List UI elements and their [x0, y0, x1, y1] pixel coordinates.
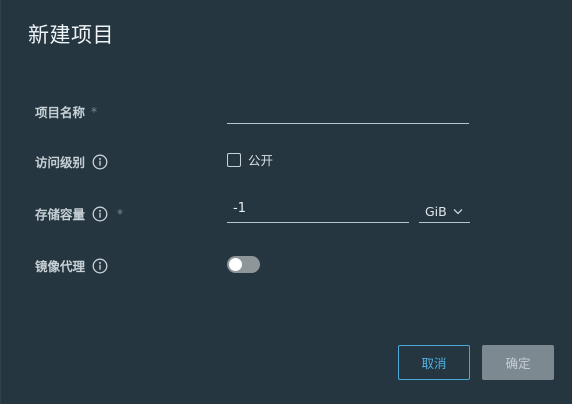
project-name-label: 项目名称 [35, 105, 86, 120]
public-checkbox-wrapper[interactable]: 公开 [227, 150, 273, 169]
mirror-proxy-label-row: 镜像代理 [35, 256, 108, 275]
storage-unit-value: GiB [425, 204, 447, 219]
storage-unit-select[interactable]: GiB [419, 201, 470, 223]
info-icon[interactable] [92, 206, 108, 222]
ok-button[interactable]: 确定 [482, 345, 554, 380]
public-checkbox-label[interactable]: 公开 [248, 150, 273, 169]
storage-quota-label-row: 存储容量 * [35, 204, 123, 223]
info-icon[interactable] [92, 154, 108, 170]
storage-quota-input[interactable] [227, 199, 409, 223]
toggle-knob [229, 258, 242, 271]
dialog-title: 新建项目 [28, 23, 114, 47]
required-mark: * [117, 206, 124, 221]
info-icon[interactable] [92, 258, 108, 274]
mirror-proxy-label: 镜像代理 [35, 259, 86, 274]
chevron-down-icon [453, 208, 463, 215]
cancel-button[interactable]: 取消 [398, 345, 470, 380]
mirror-proxy-toggle[interactable] [227, 256, 260, 273]
access-level-label: 访问级别 [35, 155, 86, 170]
storage-quota-label: 存储容量 [35, 207, 86, 222]
required-mark: * [91, 104, 98, 119]
public-checkbox[interactable] [227, 152, 241, 167]
project-name-input[interactable] [227, 100, 469, 124]
project-name-label-row: 项目名称 * [35, 102, 97, 121]
access-level-label-row: 访问级别 [35, 152, 108, 171]
new-project-dialog: 新建项目 项目名称 * 访问级别 公开 存储容量 * -1 GiB 镜像代理 取… [0, 0, 572, 404]
